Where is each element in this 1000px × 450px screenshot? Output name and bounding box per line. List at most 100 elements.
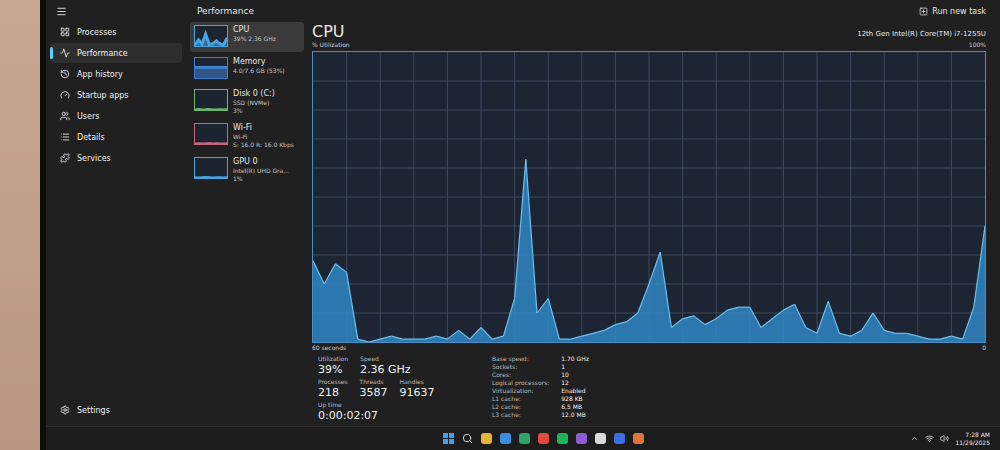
utilization-segment (963, 307, 974, 339)
task-manager-window: PerformanceRun new taskProcessesPerforma… (46, 0, 1000, 426)
utilization-segment (347, 272, 358, 339)
taskbar: 7:28 AM11/29/2025 (46, 426, 1000, 450)
nav-icon (60, 48, 70, 58)
search-icon[interactable] (462, 433, 473, 444)
stat-label: Handles (400, 378, 435, 386)
settings-item[interactable]: Settings (50, 400, 182, 420)
spec-value: 6.5 MB (561, 403, 589, 411)
app-icon[interactable] (595, 433, 606, 444)
device-graph (194, 123, 228, 145)
sidebar-label: Services (77, 154, 111, 163)
app-icon[interactable] (576, 433, 587, 444)
sidebar-item[interactable]: Services (50, 148, 182, 168)
device-item[interactable]: GPU 0Intel(R) UHD Gra...1% (190, 154, 304, 186)
chevron-up-icon[interactable] (910, 434, 919, 443)
grid-line (817, 52, 818, 342)
stat: Utilization39% (318, 355, 348, 376)
device-detail: S: 16.0 R: 16.0 Kbps (233, 141, 294, 149)
device-graph (194, 25, 228, 47)
utilization-segment (470, 328, 481, 340)
spec-label: Cores: (492, 371, 549, 379)
y-axis-max: 100% (969, 41, 986, 49)
utilization-segment (940, 336, 951, 339)
sidebar-item[interactable]: App history (50, 64, 182, 84)
grid-line (413, 52, 414, 342)
sidebar-item[interactable]: Processes (50, 22, 182, 42)
graph-area (195, 177, 227, 178)
grid-line (716, 52, 717, 342)
device-text: Wi-FiWi-FiS: 16.0 R: 16.0 Kbps (233, 123, 294, 149)
window-body: Processes Performance App historyStartup a… (46, 22, 1000, 426)
run-new-task-button[interactable]: Run new task (915, 5, 990, 18)
nav-icon (60, 111, 70, 121)
utilization-segment (369, 339, 380, 342)
sidebar-item[interactable]: Users (50, 106, 182, 126)
spec-value: 928 KB (561, 395, 589, 403)
nav-icon (60, 132, 70, 142)
utilization-segment (324, 264, 335, 284)
sidebar-item[interactable]: Performance (50, 43, 182, 63)
device-name: Memory (233, 57, 285, 67)
device-item[interactable]: Disk 0 (C:)SSD (NVMe)3% (190, 86, 304, 118)
device-text: Disk 0 (C:)SSD (NVMe)3% (233, 89, 275, 115)
run-new-task-label: Run new task (932, 7, 986, 16)
grid-line (581, 52, 582, 342)
utilization-segment (694, 316, 705, 325)
app-icon[interactable] (614, 433, 625, 444)
app-icon[interactable] (500, 433, 511, 444)
sidebar-label: Performance (77, 49, 128, 58)
speaker-icon[interactable] (940, 434, 949, 443)
app-icon[interactable] (538, 433, 549, 444)
sidebar-item[interactable]: Startup apps (50, 85, 182, 105)
grid-line (380, 52, 381, 342)
app-icon[interactable] (557, 433, 568, 444)
app-icon[interactable] (481, 433, 492, 444)
grid-line (615, 52, 616, 342)
cpu-panel: CPU% Utilization12th Gen Intel(R) Core(T… (308, 22, 1000, 426)
utilization-segment (403, 339, 414, 340)
device-item[interactable]: Wi-FiWi-FiS: 16.0 R: 16.0 Kbps (190, 120, 304, 152)
utilization-segment (313, 261, 324, 284)
device-item[interactable]: CPU39% 2.36 GHz (190, 22, 304, 52)
nav-icon (60, 153, 70, 163)
utilization-segment (481, 328, 492, 340)
utilization-segment (615, 322, 626, 325)
device-item[interactable]: Memory4.0/7.6 GB (53%) (190, 54, 304, 84)
spec-label: Logical processors: (492, 379, 549, 387)
utilization-segment (380, 336, 391, 339)
windows-logo-icon[interactable] (443, 433, 454, 444)
utilization-segment (436, 336, 447, 339)
utilization-segment (683, 316, 694, 319)
stat-row: Utilization39%Speed2.36 GHz (318, 355, 468, 376)
app-icon[interactable] (633, 433, 644, 444)
graph-line (195, 66, 227, 69)
device-graph (194, 57, 228, 79)
utilization-segment (492, 336, 503, 339)
graph-line (195, 108, 227, 111)
utilization-segment (795, 304, 806, 327)
stat-row: Up time0:00:02:07 (318, 401, 468, 422)
spec-label: Virtualization: (492, 387, 549, 395)
y-axis-min: 0 (982, 344, 986, 352)
graph-line (195, 176, 227, 179)
nav-icon (60, 27, 70, 37)
nav-icon (60, 90, 70, 100)
app-icon[interactable] (519, 433, 530, 444)
menu-icon[interactable] (56, 6, 67, 17)
utilization-segment (951, 336, 962, 339)
clock[interactable]: 7:28 AM11/29/2025 (955, 431, 990, 447)
wifi-icon[interactable] (925, 434, 934, 443)
spec-value: 12 (561, 379, 589, 387)
spec-value: Enabled (561, 387, 589, 395)
device-text: Memory4.0/7.6 GB (53%) (233, 57, 285, 75)
wall (0, 0, 40, 450)
sidebar: Processes Performance App historyStartup a… (46, 22, 186, 426)
device-text: GPU 0Intel(R) UHD Gra...1% (233, 157, 289, 183)
device-detail: Intel(R) UHD Gra... (233, 167, 289, 175)
title-bar: PerformanceRun new task (46, 0, 1000, 22)
utilization-segment (873, 313, 884, 330)
device-name: Wi-Fi (233, 123, 294, 133)
sidebar-item[interactable]: Details (50, 127, 182, 147)
